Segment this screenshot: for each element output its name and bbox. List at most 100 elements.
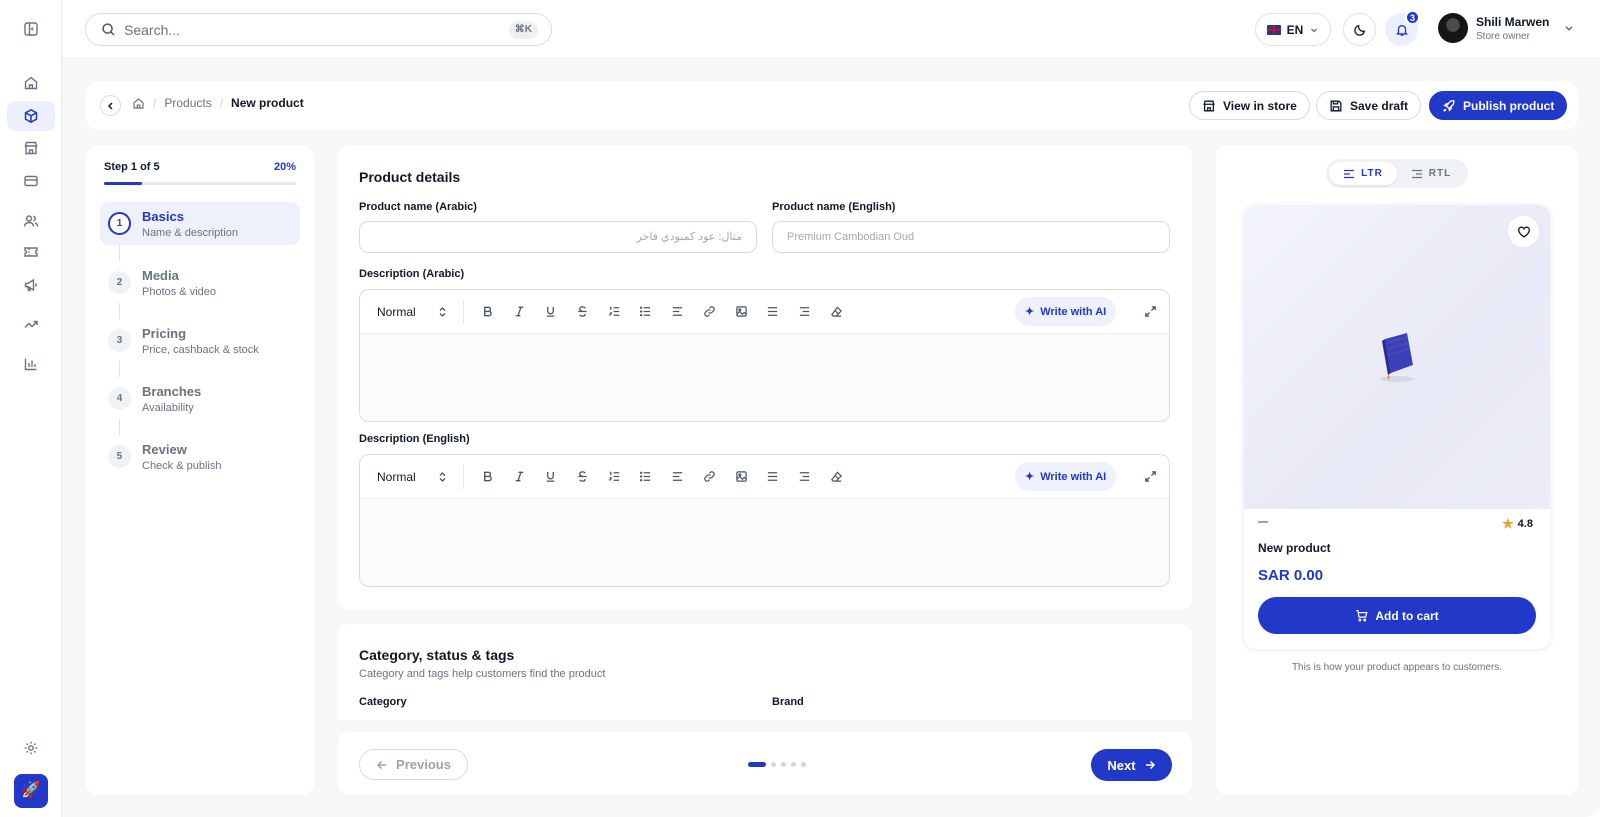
store-icon[interactable]: [7, 133, 55, 163]
name-ar-input[interactable]: [359, 221, 757, 253]
step-subtitle: Name & description: [142, 226, 238, 239]
favorite-button[interactable]: [1508, 216, 1539, 247]
eraser-icon[interactable]: [820, 465, 852, 489]
format-select[interactable]: Normal: [377, 464, 464, 489]
step-review[interactable]: 5 Review Check & publish: [100, 435, 300, 478]
save-draft-button[interactable]: Save draft: [1316, 91, 1422, 120]
arrow-right-icon: [1145, 760, 1155, 770]
next-button[interactable]: Next: [1091, 749, 1172, 781]
user-menu[interactable]: Shili Marwen Store owner: [1438, 13, 1575, 43]
wizard-navigation: Previous Next: [337, 732, 1192, 795]
language-label: EN: [1286, 22, 1304, 37]
link-icon[interactable]: [693, 300, 725, 324]
add-to-cart-button[interactable]: Add to cart: [1258, 597, 1536, 634]
search-input[interactable]: [124, 21, 494, 38]
home-icon[interactable]: [132, 97, 145, 110]
align-justify-icon[interactable]: [757, 465, 789, 489]
notifications-button[interactable]: 3: [1385, 10, 1420, 46]
strikethrough-icon[interactable]: [567, 300, 599, 324]
card-icon[interactable]: [7, 166, 55, 196]
step-pricing[interactable]: 3 Pricing Price, cashback & stock: [100, 319, 300, 362]
bold-icon[interactable]: [472, 300, 504, 324]
write-with-ai-button[interactable]: ✦ Write with AI: [1015, 462, 1117, 491]
write-with-ai-button[interactable]: ✦ Write with AI: [1015, 297, 1117, 326]
link-icon[interactable]: [693, 465, 725, 489]
bullet-list-icon[interactable]: [630, 300, 662, 324]
sidebar: 🚀: [0, 0, 62, 817]
previous-button[interactable]: Previous: [359, 749, 468, 780]
desc-en-textarea[interactable]: [360, 499, 1169, 586]
step-progress-fill: [104, 182, 143, 185]
step-dot: [771, 762, 776, 767]
settings-gear-icon[interactable]: [7, 733, 55, 763]
ordered-list-icon[interactable]: [598, 300, 630, 324]
strikethrough-icon[interactable]: [567, 465, 599, 489]
products-icon[interactable]: [7, 101, 55, 131]
language-selector[interactable]: EN: [1255, 13, 1331, 46]
align-left-icon[interactable]: [662, 300, 694, 324]
step-connector: [119, 245, 120, 261]
image-icon[interactable]: [725, 465, 757, 489]
step-title: Media: [142, 267, 179, 283]
rocket-launch-button[interactable]: 🚀: [14, 774, 48, 808]
uk-flag-icon: [1266, 24, 1281, 35]
section-title: Product details: [359, 169, 461, 185]
section-title: Category, status & tags: [359, 647, 515, 663]
analytics-icon[interactable]: [7, 349, 55, 379]
product-preview-panel: LTR RTL ★ 4.8 New product SAR 0.00 Add t…: [1216, 145, 1578, 795]
format-select[interactable]: Normal: [377, 299, 464, 324]
align-right-icon[interactable]: [789, 300, 821, 324]
preview-note: This is how your product appears to cust…: [1291, 662, 1503, 673]
search-icon: [102, 23, 115, 36]
category-label: Category: [359, 696, 407, 708]
rtl-option[interactable]: RTL: [1397, 162, 1465, 185]
bold-icon[interactable]: [472, 465, 504, 489]
expand-icon[interactable]: [1144, 305, 1157, 318]
ltr-option[interactable]: LTR: [1329, 162, 1397, 185]
step-subtitle: Photos & video: [142, 285, 216, 298]
write-with-ai-label: Write with AI: [1040, 305, 1107, 318]
underline-icon[interactable]: [535, 465, 567, 489]
add-to-cart-label: Add to cart: [1375, 608, 1439, 623]
bullet-list-icon[interactable]: [630, 465, 662, 489]
align-left-icon[interactable]: [662, 465, 694, 489]
theme-toggle-button[interactable]: [1343, 13, 1376, 46]
step-number: 5: [108, 445, 131, 468]
sidebar-toggle-icon[interactable]: [7, 14, 55, 44]
step-basics[interactable]: 1 Basics Name & description: [100, 202, 300, 245]
home-icon[interactable]: [7, 68, 55, 98]
desc-ar-textarea[interactable]: [360, 334, 1169, 421]
trending-icon[interactable]: [7, 309, 55, 339]
ticket-icon[interactable]: [7, 237, 55, 267]
write-with-ai-label: Write with AI: [1040, 470, 1107, 483]
italic-icon[interactable]: [503, 300, 535, 324]
breadcrumb-products[interactable]: Products: [164, 96, 211, 110]
format-select-value: Normal: [377, 469, 416, 484]
publish-product-button[interactable]: Publish product: [1429, 91, 1568, 120]
megaphone-icon[interactable]: [7, 270, 55, 300]
step-number: 2: [108, 271, 131, 294]
name-en-input[interactable]: [772, 221, 1170, 253]
align-right-icon[interactable]: [789, 465, 821, 489]
breadcrumb: / Products / New product: [132, 96, 304, 110]
step-subtitle: Check & publish: [142, 459, 222, 472]
rtl-label: RTL: [1428, 168, 1452, 179]
step-media[interactable]: 2 Media Photos & video: [100, 261, 300, 304]
cart-icon: [1356, 610, 1368, 622]
step-counter: Step 1 of 5: [104, 161, 160, 173]
step-subtitle: Availability: [142, 401, 194, 414]
rocket-icon: [1443, 99, 1455, 112]
italic-icon[interactable]: [503, 465, 535, 489]
customers-icon[interactable]: [7, 206, 55, 236]
view-in-store-button[interactable]: View in store: [1189, 91, 1310, 120]
back-button[interactable]: [100, 95, 121, 116]
search-box[interactable]: ⌘K: [85, 13, 552, 46]
eraser-icon[interactable]: [820, 300, 852, 324]
align-justify-icon[interactable]: [757, 300, 789, 324]
ordered-list-icon[interactable]: [598, 465, 630, 489]
step-branches[interactable]: 4 Branches Availability: [100, 377, 300, 420]
image-icon[interactable]: [725, 300, 757, 324]
underline-icon[interactable]: [535, 300, 567, 324]
expand-icon[interactable]: [1144, 470, 1157, 483]
view-in-store-label: View in store: [1223, 98, 1297, 113]
